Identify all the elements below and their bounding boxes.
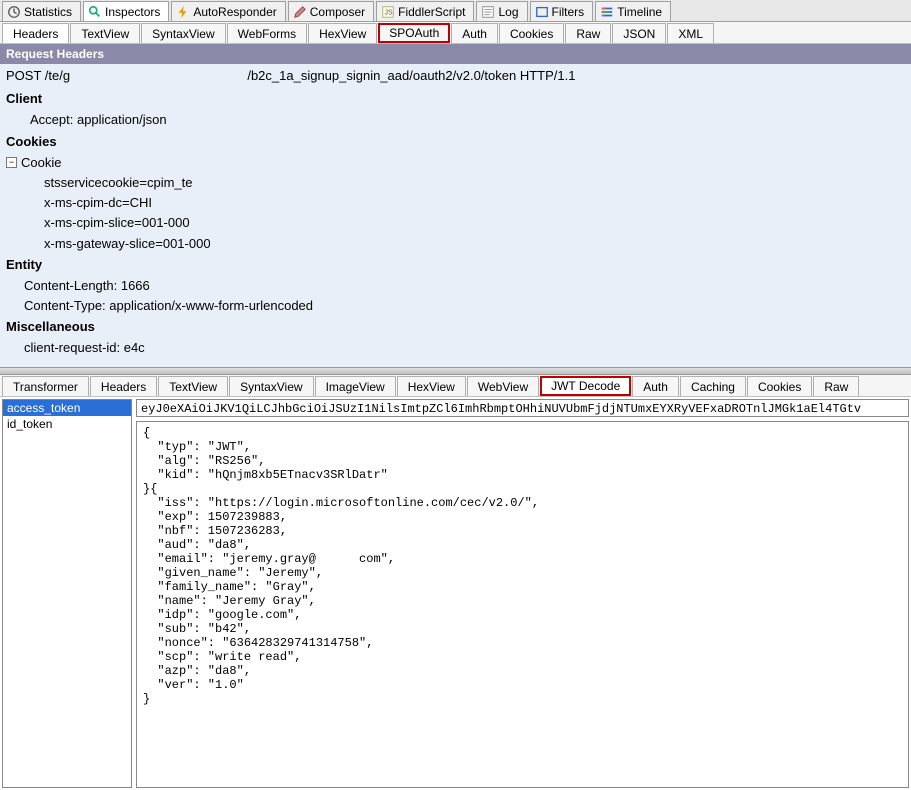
request-tab-headers[interactable]: Headers (2, 23, 69, 43)
tab-inspectors[interactable]: Inspectors (83, 1, 169, 21)
tab-label: FiddlerScript (398, 5, 465, 19)
response-tab-hexview[interactable]: HexView (397, 376, 466, 396)
tab-autoresponder[interactable]: AutoResponder (171, 1, 285, 21)
tab-label: Log (498, 5, 518, 19)
tab-filters[interactable]: Filters (530, 1, 594, 21)
response-tab-caching[interactable]: Caching (680, 376, 746, 396)
header-item[interactable]: Content-Type: application/x-www-form-url… (0, 296, 911, 316)
header-item[interactable]: x-ms-cpim-slice=001-000 (0, 213, 911, 233)
response-tab-headers[interactable]: Headers (90, 376, 157, 396)
timeline-icon (600, 5, 614, 19)
bolt-icon (176, 5, 190, 19)
response-tab-webview[interactable]: WebView (467, 376, 539, 396)
response-tab-jwt-decode[interactable]: JWT Decode (540, 376, 631, 396)
header-item[interactable]: client-request-id: e4c (0, 338, 911, 358)
response-tab-raw[interactable]: Raw (813, 376, 859, 396)
token-detail: eyJ0eXAiOiJKV1QiLCJhbGciOiJSUzI1NilsImtp… (136, 399, 909, 788)
pencil-icon (293, 5, 307, 19)
response-tab-textview[interactable]: TextView (158, 376, 228, 396)
section-client: Client (0, 88, 911, 110)
request-tab-syntaxview[interactable]: SyntaxView (141, 23, 225, 43)
tab-log[interactable]: Log (476, 1, 527, 21)
clock-icon (7, 5, 21, 19)
svg-text:JS: JS (385, 9, 394, 16)
section-entity: Entity (0, 254, 911, 276)
tab-label: Statistics (24, 5, 72, 19)
request-line: POST /te/g /b2c_1a_signup_signin_aad/oau… (0, 64, 911, 88)
token-list-item-access_token[interactable]: access_token (3, 400, 131, 416)
token-list: access_tokenid_token (2, 399, 132, 788)
cookie-label: Cookie (21, 154, 61, 172)
tab-label: Composer (310, 5, 365, 19)
section-cookies: Cookies (0, 131, 911, 153)
tab-label: Filters (552, 5, 585, 19)
response-tab-strip: TransformerHeadersTextViewSyntaxViewImag… (0, 375, 911, 397)
request-tab-spoauth[interactable]: SPOAuth (378, 23, 450, 43)
header-item[interactable]: stsservicecookie=cpim_te (0, 173, 911, 193)
request-tab-strip: HeadersTextViewSyntaxViewWebFormsHexView… (0, 22, 911, 44)
tab-label: AutoResponder (193, 5, 276, 19)
response-tab-syntaxview[interactable]: SyntaxView (229, 376, 313, 396)
request-tab-raw[interactable]: Raw (565, 23, 611, 43)
filter-icon (535, 5, 549, 19)
request-method-path: POST /te/g (6, 68, 70, 83)
response-tab-auth[interactable]: Auth (632, 376, 679, 396)
request-tab-hexview[interactable]: HexView (308, 23, 377, 43)
request-tab-auth[interactable]: Auth (451, 23, 498, 43)
request-tab-webforms[interactable]: WebForms (227, 23, 307, 43)
header-item[interactable]: x-ms-cpim-dc=CHI (0, 193, 911, 213)
script-icon: JS (381, 5, 395, 19)
request-headers-panel: POST /te/g /b2c_1a_signup_signin_aad/oau… (0, 64, 911, 367)
request-tab-xml[interactable]: XML (667, 23, 714, 43)
log-icon (481, 5, 495, 19)
header-item[interactable]: Content-Length: 1666 (0, 276, 911, 296)
response-tab-cookies[interactable]: Cookies (747, 376, 812, 396)
request-tab-json[interactable]: JSON (612, 23, 666, 43)
request-headers-title: Request Headers (0, 44, 911, 64)
raw-token-text[interactable]: eyJ0eXAiOiJKV1QiLCJhbGciOiJSUzI1NilsImtp… (136, 399, 909, 417)
response-tab-imageview[interactable]: ImageView (315, 376, 396, 396)
magnifier-icon (88, 5, 102, 19)
tab-label: Inspectors (105, 5, 160, 19)
token-list-item-id_token[interactable]: id_token (3, 416, 131, 432)
cookie-tree-row[interactable]: − Cookie (0, 153, 911, 173)
response-tab-transformer[interactable]: Transformer (2, 376, 89, 396)
request-tab-textview[interactable]: TextView (70, 23, 140, 43)
tab-composer[interactable]: Composer (288, 1, 374, 21)
decoded-token-text[interactable]: { "typ": "JWT", "alg": "RS256", "kid": "… (136, 421, 909, 788)
tab-timeline[interactable]: Timeline (595, 1, 671, 21)
jwt-decode-panel: access_tokenid_token eyJ0eXAiOiJKV1QiLCJ… (0, 397, 911, 790)
request-path-suffix: /b2c_1a_signup_signin_aad/oauth2/v2.0/to… (247, 68, 575, 83)
header-item[interactable]: x-ms-gateway-slice=001-000 (0, 234, 911, 254)
tab-fiddlerscript[interactable]: JS FiddlerScript (376, 1, 474, 21)
tab-label: Timeline (617, 5, 662, 19)
section-misc: Miscellaneous (0, 316, 911, 338)
tree-collapse-icon[interactable]: − (6, 157, 17, 168)
request-tab-cookies[interactable]: Cookies (499, 23, 564, 43)
pane-splitter[interactable] (0, 367, 911, 375)
header-item[interactable]: Accept: application/json (0, 110, 911, 130)
main-tab-strip: Statistics Inspectors AutoResponder Compose… (0, 0, 911, 22)
tab-statistics[interactable]: Statistics (2, 1, 81, 21)
